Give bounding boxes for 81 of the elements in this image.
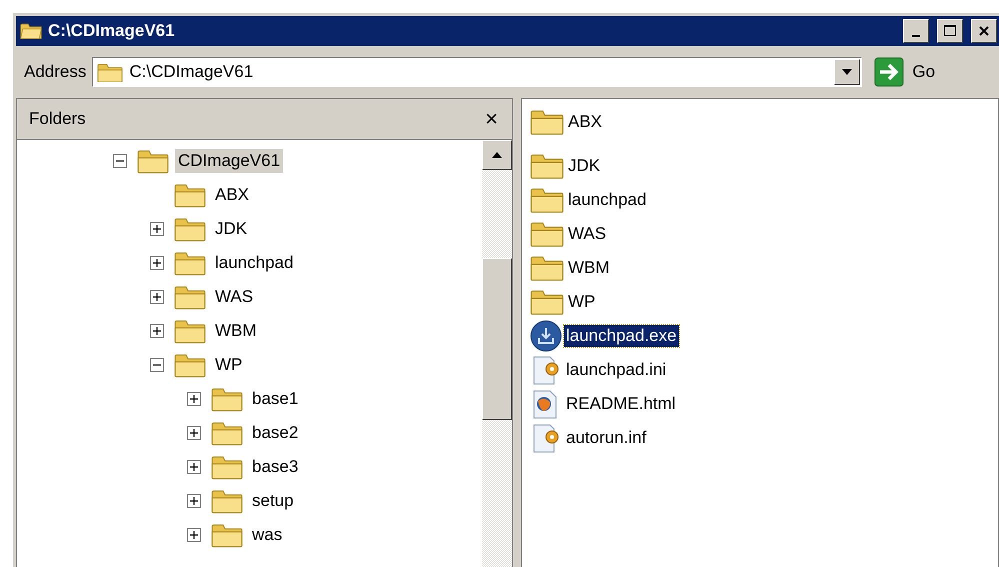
folder-icon [211,522,243,548]
expand-toggle[interactable] [187,426,201,440]
tree-item[interactable]: WBM [212,319,260,343]
tree-item[interactable]: launchpad [212,251,296,275]
expand-toggle[interactable] [187,460,201,474]
window-title: C:\CDImageV61 [48,21,176,41]
file-item[interactable]: README.html [564,393,678,415]
plus-icon [152,326,162,336]
close-button[interactable] [971,19,997,43]
caret-icon [842,69,852,75]
file-item[interactable]: JDK [566,155,602,177]
file-item[interactable]: launchpad.ini [564,359,668,381]
plus-icon [152,258,162,268]
plus-icon [189,496,199,506]
minimize-button[interactable] [903,19,929,43]
expand-toggle[interactable] [187,528,201,542]
plus-icon [152,292,162,302]
address-label: Address [24,62,86,82]
folder-icon [20,21,42,41]
minimize-icon [912,35,920,37]
folder-icon [174,182,206,208]
folder-icon [174,352,206,378]
folder-icon [530,152,564,180]
folder-icon [530,186,564,214]
folder-icon [137,148,169,174]
folder-icon [530,220,564,248]
tree-item[interactable]: was [249,523,286,547]
folder-icon [174,284,206,310]
tree-item[interactable]: ABX [212,183,252,207]
file-item[interactable]: autorun.inf [564,427,648,449]
folder-icon [211,488,243,514]
folder-icon [211,454,243,480]
plus-icon [189,428,199,438]
go-button[interactable]: Go [874,57,936,87]
collapse-toggle[interactable] [150,358,164,372]
expand-toggle[interactable] [150,222,164,236]
tree-item[interactable]: base3 [249,455,302,479]
folder-icon [530,108,564,136]
expand-toggle[interactable] [150,324,164,338]
plus-icon [189,394,199,404]
pane-title: Folders [29,109,86,129]
tree-item[interactable]: setup [249,489,297,513]
plus-icon [189,530,199,540]
download-disc-icon [530,320,562,352]
tree-item[interactable]: WP [212,353,246,377]
expand-toggle[interactable] [187,392,201,406]
folder-icon [97,62,124,82]
collapse-toggle[interactable] [113,154,127,168]
file-item[interactable]: WP [566,291,598,313]
expand-toggle[interactable] [187,494,201,508]
tree-item[interactable]: WAS [212,285,256,309]
expand-toggle[interactable] [150,290,164,304]
scrollbar[interactable] [482,140,512,567]
folder-icon [211,386,243,412]
file-item[interactable]: WBM [566,257,612,279]
close-button[interactable]: × [485,108,498,130]
file-item[interactable]: launchpad.exe [564,325,679,347]
plus-icon [189,462,199,472]
tree-item[interactable]: base2 [249,421,302,445]
address-field[interactable]: C:\CDImageV61 [92,57,862,87]
file-item[interactable]: WAS [566,223,608,245]
tree-item[interactable]: JDK [212,217,250,241]
scroll-thumb[interactable] [482,258,512,420]
expand-toggle[interactable] [150,256,164,270]
maximize-button[interactable] [937,19,963,43]
maximize-icon [943,24,957,38]
folder-icon [211,420,243,446]
file-item[interactable]: ABX [566,111,604,133]
folder-icon [174,318,206,344]
folder-icon [174,250,206,276]
dropdown-button[interactable] [834,59,860,85]
close-icon [978,25,990,37]
folder-icon [530,288,564,316]
plus-icon [152,224,162,234]
scroll-up-button[interactable] [482,140,512,170]
tree-item[interactable]: base1 [249,387,302,411]
up-arrow-icon [492,152,502,158]
folder-icon [174,216,206,242]
tree-item[interactable]: CDImageV61 [175,149,284,173]
folder-icon [530,254,564,282]
file-item[interactable]: launchpad [566,189,648,211]
